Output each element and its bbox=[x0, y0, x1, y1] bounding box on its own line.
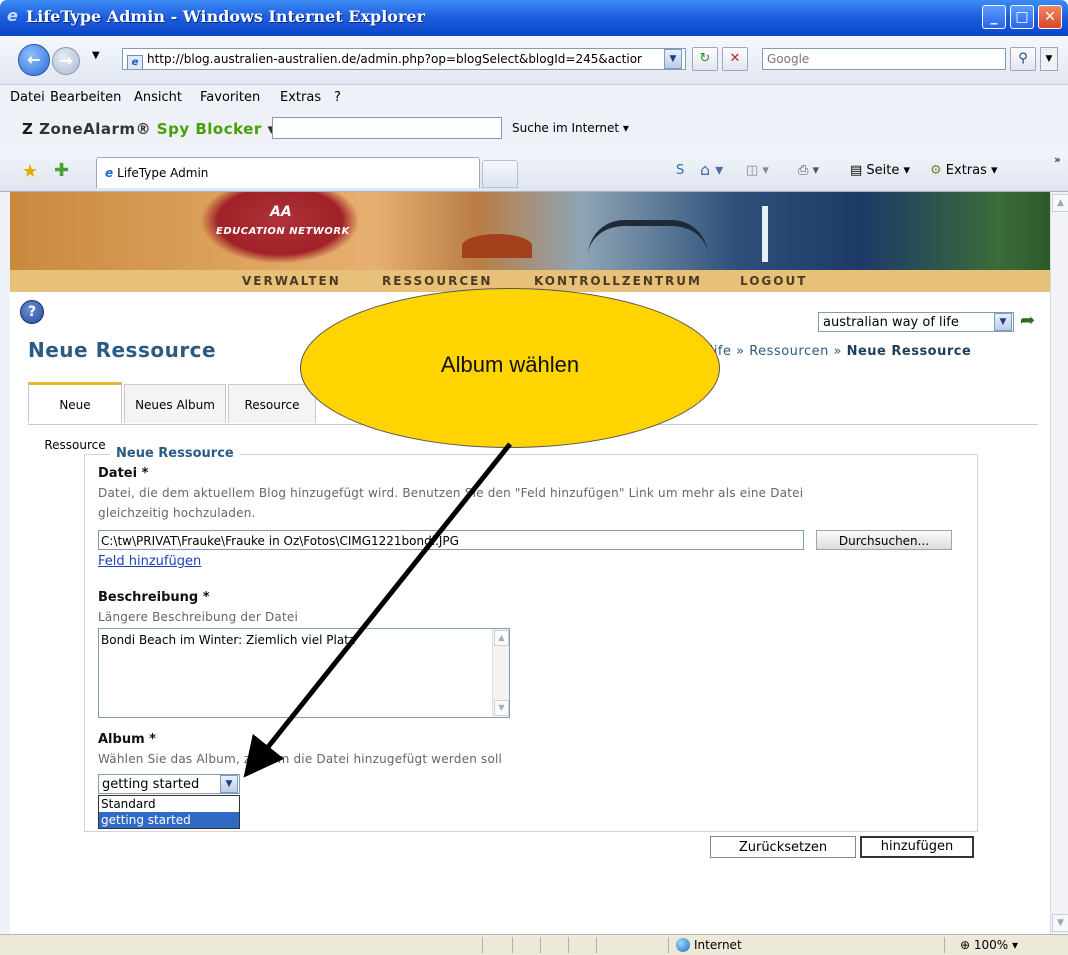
add-favorite-icon[interactable]: ✚ bbox=[54, 160, 69, 181]
skype-icon[interactable]: S bbox=[676, 163, 684, 178]
address-dropdown-icon[interactable]: ▼ bbox=[664, 49, 682, 69]
chevron-more-icon[interactable]: » bbox=[1054, 153, 1061, 166]
zoom-level[interactable]: ⊕ 100% ▾ bbox=[960, 938, 1018, 952]
tab-bar: ★ ✚ e LifeType Admin S ⌂ ▾ ◫ ▾ ⎙ ▾ ▤ Seit… bbox=[0, 151, 1068, 192]
close-button[interactable]: ✕ bbox=[1038, 5, 1062, 29]
zonealarm-search-input[interactable] bbox=[272, 117, 502, 139]
browser-tab[interactable]: e LifeType Admin bbox=[96, 157, 480, 188]
print-icon[interactable]: ⎙ ▾ bbox=[798, 163, 819, 178]
ie-logo-icon: e bbox=[7, 6, 18, 25]
menu-help[interactable]: ? bbox=[334, 90, 341, 105]
status-bar: Internet ⊕ 100% ▾ bbox=[0, 934, 1068, 955]
zonealarm-search-button[interactable]: Suche im Internet ▾ bbox=[512, 121, 629, 135]
stop-button[interactable]: ✕ bbox=[722, 47, 748, 71]
scroll-up-icon[interactable]: ▲ bbox=[1052, 194, 1068, 212]
menu-favoriten[interactable]: Favoriten bbox=[200, 90, 260, 105]
globe-icon bbox=[676, 938, 690, 952]
gear-icon: ⚙ bbox=[930, 163, 942, 178]
refresh-button[interactable]: ↻ bbox=[692, 47, 718, 71]
navigation-bar: ← → ▼ e http://blog.australien-australien… bbox=[0, 36, 1068, 85]
menu-ansicht[interactable]: Ansicht bbox=[134, 90, 182, 105]
zonealarm-logo[interactable]: Z ZoneAlarm® Spy Blocker ▾ bbox=[22, 120, 276, 138]
history-dropdown-icon[interactable]: ▼ bbox=[92, 50, 100, 61]
minimize-button[interactable]: _ bbox=[982, 5, 1006, 29]
forward-button[interactable]: → bbox=[52, 47, 80, 75]
title-bar: e LifeType Admin - Windows Internet Expl… bbox=[0, 0, 1068, 36]
page-menu[interactable]: ▤ Seite ▾ bbox=[850, 163, 910, 178]
window-title: LifeType Admin - Windows Internet Explor… bbox=[26, 7, 426, 26]
page-content: AA EDUCATION NETWORK VERWALTEN RESSOURCE… bbox=[10, 192, 1050, 934]
favorites-star-icon[interactable]: ★ bbox=[22, 161, 38, 182]
menu-extras[interactable]: Extras bbox=[280, 90, 321, 105]
menu-datei[interactable]: Datei bbox=[10, 90, 45, 105]
address-bar[interactable]: e http://blog.australien-australien.de/ad… bbox=[122, 48, 686, 70]
search-options-icon[interactable]: ▼ bbox=[1040, 47, 1058, 71]
back-button[interactable]: ← bbox=[18, 44, 50, 76]
tools-menu[interactable]: ⚙ Extras ▾ bbox=[930, 163, 998, 178]
address-text: http://blog.australien-australien.de/adm… bbox=[147, 52, 642, 66]
menu-bar: Datei Bearbeiten Ansicht Favoriten Extra… bbox=[0, 85, 1068, 109]
maximize-button[interactable]: □ bbox=[1010, 5, 1034, 29]
page-icon: e bbox=[127, 55, 143, 69]
search-icon[interactable]: ⚲ bbox=[1010, 47, 1036, 71]
feeds-icon[interactable]: ◫ ▾ bbox=[746, 163, 769, 178]
home-icon[interactable]: ⌂ ▾ bbox=[700, 160, 723, 179]
ie-tab-icon: e bbox=[105, 166, 114, 180]
search-input[interactable]: Google bbox=[762, 48, 1006, 70]
page-scrollbar[interactable]: ▲ ▼ bbox=[1050, 192, 1068, 934]
new-tab-button[interactable] bbox=[482, 160, 518, 188]
window-frame-left bbox=[0, 192, 10, 934]
zonealarm-toolbar: Z ZoneAlarm® Spy Blocker ▾ Suche im Inte… bbox=[0, 109, 1068, 152]
security-zone: Internet bbox=[676, 938, 742, 952]
menu-bearbeiten[interactable]: Bearbeiten bbox=[50, 90, 121, 105]
callout-arrow bbox=[243, 442, 512, 778]
scroll-down-icon[interactable]: ▼ bbox=[1052, 914, 1068, 932]
